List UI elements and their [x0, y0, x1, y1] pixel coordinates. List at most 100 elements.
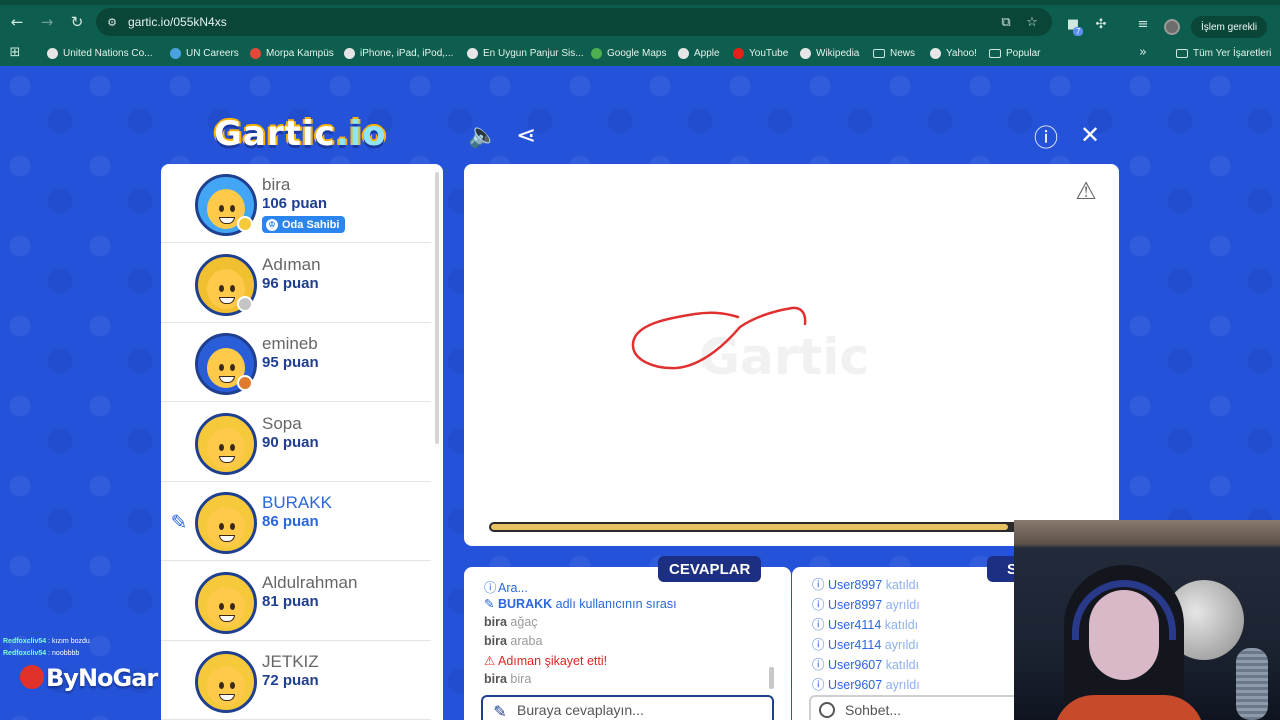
youtube-icon [733, 47, 744, 59]
bookmark-label: Morpa Kampüs [266, 47, 334, 59]
extensions-puzzle-icon[interactable]: ✣ [1092, 15, 1110, 33]
bookmark-item[interactable]: UN Careers [170, 45, 239, 61]
sound-icon[interactable]: 🔈 [468, 120, 498, 150]
info-icon: ⓘ [812, 637, 825, 652]
chat-user: User4114 [828, 618, 882, 632]
timer-bar [489, 522, 1049, 532]
avatar [195, 571, 257, 634]
stream-chat-nick: Redfoxcliv54 [3, 650, 47, 657]
info-icon[interactable]: ⓘ [1031, 120, 1061, 152]
all-bookmarks-label: Tüm Yer İşaretleri [1193, 47, 1272, 59]
crown-icon: ♔ [266, 218, 278, 231]
close-icon[interactable]: ✕ [1075, 120, 1105, 150]
bookmark-item[interactable]: News [873, 45, 915, 61]
answer-field[interactable]: ✎ [481, 695, 774, 720]
player-name: Sopa [262, 413, 302, 433]
status-dot [237, 295, 253, 312]
profile-avatar[interactable] [1164, 19, 1180, 35]
install-app-icon[interactable]: ⧉ [998, 14, 1014, 30]
message-user: bira [484, 672, 507, 686]
answer-message: bira bira [484, 672, 531, 686]
player-score: 96 puan [262, 274, 319, 292]
info-icon: ⓘ [812, 617, 825, 632]
player-card[interactable]: Aldulrahman 81 puan [161, 562, 431, 641]
stream-chat-text: noobbbb [52, 650, 80, 657]
globe-icon [467, 47, 478, 59]
profile-action-label: İşlem gerekli [1201, 21, 1258, 33]
bookmark-item[interactable]: Apple [678, 45, 720, 61]
chat-action: katıldı [884, 618, 919, 632]
url-text[interactable]: gartic.io/055kN4xs [128, 15, 227, 29]
avatar-eye [230, 284, 235, 292]
forward-arrow-icon[interactable]: → [34, 9, 60, 35]
chat-user: User9607 [828, 658, 883, 672]
drawing-canvas[interactable]: Gartic ⚠ [464, 164, 1119, 546]
player-card[interactable]: bira 106 puan ♔ Oda Sahibi [161, 164, 431, 243]
message-user: Adıman [498, 654, 542, 668]
gartic-logo: Gartic.io [214, 114, 387, 154]
reload-icon[interactable]: ↻ [64, 9, 90, 35]
bookmark-item[interactable]: Google Maps [591, 45, 666, 61]
avatar-eye [230, 523, 235, 530]
profile-action-button[interactable]: İşlem gerekli [1191, 16, 1268, 38]
stream-chat-line: Redfoxcliv54 : noobbbb [3, 650, 80, 657]
more-bookmarks-chevron-icon[interactable]: » [1134, 43, 1152, 61]
answers-scrollbar[interactable] [769, 667, 774, 689]
answer-input[interactable] [517, 702, 767, 718]
bookmark-item[interactable]: Morpa Kampüs [250, 45, 334, 61]
chat-message: ⓘ User9607 katıldı [812, 654, 919, 673]
status-dot [237, 216, 253, 232]
bookmark-item[interactable]: En Uygun Panjur Sis... [467, 45, 584, 61]
apps-grid-icon[interactable]: ⊞ [6, 43, 24, 61]
player-card[interactable]: ✎ BURAKK 86 puan [161, 482, 431, 561]
all-bookmarks[interactable]: Tüm Yer İşaretleri [1176, 45, 1271, 61]
reading-list-icon[interactable]: ≡ [1134, 15, 1152, 33]
globe-icon [344, 47, 355, 59]
chat-message: ⓘ User4114 ayrıldı [812, 634, 919, 653]
bookmark-label: Wikipedia [816, 47, 860, 59]
avatar-eye [219, 443, 224, 451]
player-name: bira [262, 175, 291, 194]
bookmark-item[interactable]: Wikipedia [800, 45, 859, 61]
logo-main: Gartic [214, 114, 336, 154]
avatar-eye [230, 682, 235, 689]
back-arrow-icon[interactable]: ← [4, 9, 30, 35]
bookmarks-bar: ⊞ » Tüm Yer İşaretleri United Nations Co… [0, 41, 1280, 63]
player-name: Adıman [262, 254, 321, 274]
tab-answers[interactable]: CEVAPLAR [658, 556, 762, 582]
bookmark-star-icon[interactable]: ☆ [1024, 14, 1040, 30]
message-text: araba [510, 634, 543, 648]
chat-bubble-icon [819, 702, 835, 718]
folder-icon [1176, 48, 1188, 58]
extension-badge: 7 [1073, 27, 1084, 36]
browser-chrome: ← → ↻ ⚙ gartic.io/055kN4xs ⧉ ☆ ■ 7 ✣ ≡ İ… [0, 0, 1280, 66]
avatar-eye [230, 205, 235, 212]
player-card[interactable]: Adıman 96 puan [161, 244, 431, 323]
browser-toolbar: ← → ↻ ⚙ gartic.io/055kN4xs ⧉ ☆ ■ 7 ✣ ≡ İ… [0, 5, 1280, 39]
share-icon[interactable]: ⋖ [511, 120, 541, 150]
un-icon [170, 47, 181, 59]
stream-chat-text: kızım bozdu [52, 638, 90, 645]
bookmark-item[interactable]: Yahoo! [930, 45, 977, 61]
status-dot [237, 375, 253, 391]
logo-suffix: .io [335, 114, 387, 154]
bookmark-item[interactable]: United Nations Co... [47, 45, 153, 61]
player-card[interactable]: Sopa 90 puan [161, 403, 431, 482]
info-icon: ⓘ [812, 657, 825, 672]
pencil-icon: ✎ [493, 701, 507, 720]
streamer-shirt [1054, 695, 1204, 720]
site-info-icon[interactable]: ⚙ [104, 14, 120, 30]
player-score: 95 puan [262, 354, 319, 371]
avatar-eye [219, 284, 224, 292]
bookmark-item[interactable]: Popular [989, 45, 1040, 61]
player-card[interactable]: emineb 95 puan [161, 323, 431, 402]
warning-icon: ⚠ [484, 653, 496, 668]
address-bar[interactable]: ⚙ gartic.io/055kN4xs ⧉ ☆ [96, 8, 1052, 36]
players-list: bira 106 puan ♔ Oda Sahibi Adıman 96 puan emin… [161, 164, 443, 720]
bookmark-item[interactable]: iPhone, iPad, iPod,... [344, 45, 453, 61]
report-warning-icon[interactable]: ⚠ [1072, 177, 1100, 205]
bookmark-item[interactable]: YouTube [733, 45, 788, 61]
player-score: 106 puan [262, 195, 328, 212]
players-scrollbar[interactable] [435, 172, 439, 444]
player-card[interactable]: JETKIZ 72 puan [161, 641, 431, 720]
